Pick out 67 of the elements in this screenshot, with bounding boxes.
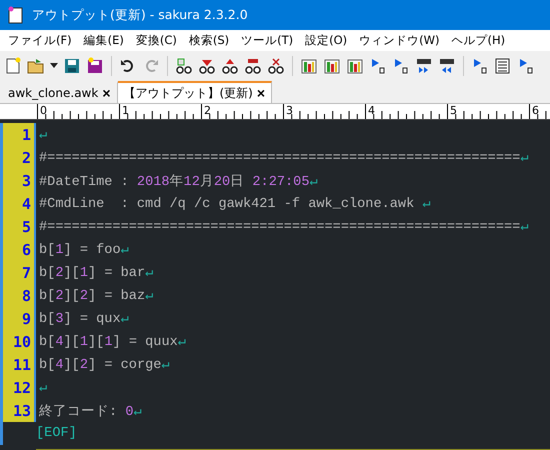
code-line: #CmdLine : cmd /q /c gawk421 -f awk_clone.awk ↵ [38, 196, 431, 212]
binoculars-icon [198, 57, 216, 75]
line-number: 5 [22, 218, 31, 236]
line-number: 12 [12, 378, 31, 396]
code-line: #==========================================================↵ [38, 219, 528, 235]
line-number: 1 [22, 126, 31, 144]
toolbox-icon [300, 57, 318, 75]
code-line: b[4][1][1] = quux↵ [38, 334, 186, 350]
line-number: 2 [22, 148, 31, 166]
new-file-icon [4, 57, 22, 75]
line-number: 10 [12, 332, 31, 350]
menu-item[interactable]: 設定(O) [299, 33, 354, 48]
code-line: #DateTime : 2018年12月 20日 2:27:05↵ [38, 173, 318, 190]
tab-back-icon [438, 57, 456, 75]
code-line: b[2][2] = baz↵ [38, 288, 154, 304]
menu-item[interactable]: 変換(C) [130, 33, 183, 48]
code-line: ↵ [38, 380, 48, 396]
line-number: 3 [22, 172, 31, 190]
close-button[interactable]: × [256, 86, 266, 100]
menu-item[interactable]: ツール(T) [235, 33, 300, 48]
tab-label: 【アウトプット】(更新) [124, 84, 253, 102]
play-icon [517, 57, 535, 75]
tab-forward-icon [415, 57, 433, 75]
line-number: 8 [22, 286, 31, 304]
menu-item[interactable]: ヘルプ(H) [446, 33, 512, 48]
binoculars-icon [175, 57, 193, 75]
play-icon [392, 57, 410, 75]
ruler-label: 2 [201, 104, 211, 117]
tab-label: awk_clone.awk [8, 86, 98, 100]
list-icon [494, 57, 512, 75]
menu-item[interactable]: ウィンドウ(W) [353, 33, 446, 48]
menu-item[interactable]: 検索(S) [182, 33, 236, 48]
line-number: 6 [22, 240, 31, 258]
caret-icon [50, 63, 58, 69]
toolbox-icon [346, 57, 364, 75]
code-line: ↵ [38, 127, 48, 143]
eof-marker: [EOF] [35, 426, 77, 441]
line-number: 7 [22, 264, 31, 282]
play-icon [369, 57, 387, 75]
ruler-label: 0 [37, 104, 47, 117]
menu-item[interactable]: ファイル(F) [2, 33, 78, 48]
code-line: b[3] = qux↵ [38, 311, 129, 327]
menu-item[interactable]: 編集(E) [78, 33, 130, 48]
ruler-label: 1 [119, 104, 129, 117]
code-line: 終了コード: 0↵ [38, 403, 142, 420]
binoculars-icon [267, 57, 285, 75]
notepad-icon [8, 6, 24, 24]
line-number: 4 [22, 194, 31, 212]
ruler-label: 3 [283, 104, 293, 117]
code-line: b[2][1] = bar↵ [38, 265, 154, 281]
file-tab[interactable]: 【アウトプット】(更新) × [118, 81, 272, 103]
ruler-label: 4 [365, 104, 375, 117]
close-button[interactable]: × [102, 86, 110, 100]
code-line: b[4][2] = corge↵ [38, 357, 170, 373]
ruler-label: 6 [529, 104, 539, 117]
binoculars-icon [221, 57, 239, 75]
window-title: アウトプット(更新) - sakura 2.3.2.0 [32, 6, 248, 24]
line-number: 13 [12, 402, 31, 420]
binoculars-icon [244, 57, 262, 75]
code-line: b[1] = foo↵ [38, 242, 129, 258]
code-line: #==========================================================↵ [38, 150, 528, 166]
line-number: 9 [22, 310, 31, 328]
folder-icon [27, 57, 45, 75]
play-icon [471, 57, 489, 75]
line-number: 11 [12, 356, 31, 374]
ruler-label: 5 [447, 104, 457, 117]
toolbox-icon [323, 57, 341, 75]
